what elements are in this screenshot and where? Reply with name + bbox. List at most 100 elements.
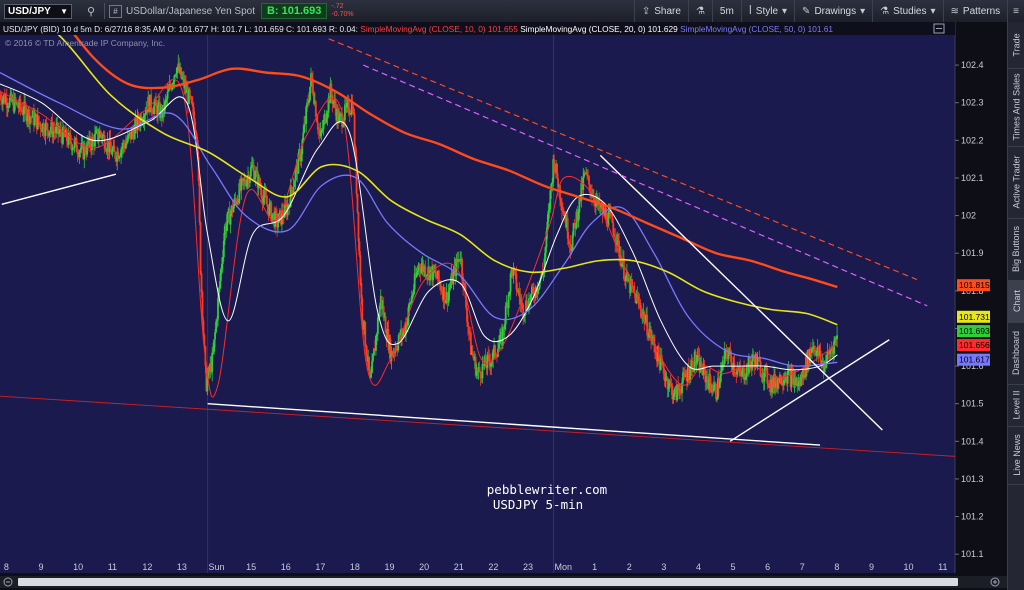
readout-part: SimpleMovingAvg (CLOSE, 10, 0) <box>360 24 488 34</box>
candle-body <box>691 360 694 372</box>
tab-trade[interactable]: Trade <box>1008 22 1024 69</box>
readout-part: SimpleMovingAvg (CLOSE, 20, 0) <box>520 24 648 34</box>
candle-body <box>507 294 510 309</box>
price-tick-label: 101.2 <box>961 512 984 522</box>
share-button[interactable]: ⇪ Share <box>633 0 688 22</box>
candle-body <box>211 352 214 373</box>
tab-label: Big Buttons <box>1011 225 1022 273</box>
candle-body <box>767 383 770 387</box>
time-tick-label: 8 <box>4 562 9 572</box>
readout-part: 101.629 <box>648 24 680 34</box>
price-label-text: 101.693 <box>959 326 990 336</box>
tab-label: Trade <box>1011 33 1022 57</box>
tab-times-and-sales[interactable]: Times And Sales <box>1008 68 1024 147</box>
candle-body <box>371 361 373 373</box>
candle-body <box>356 193 359 213</box>
candle-body <box>357 212 360 242</box>
tab-big-buttons[interactable]: Big Buttons <box>1008 218 1024 281</box>
timeframe-button[interactable]: 5m <box>711 0 741 22</box>
patterns-icon: ≋ <box>950 5 959 17</box>
scrollbar-thumb[interactable] <box>18 578 958 586</box>
menu-button[interactable]: ≡ <box>1007 0 1024 22</box>
chart-window: USD/JPY ▼ ⚲ # USDollar/Japanese Yen Spot… <box>0 0 1024 590</box>
time-tick-label: 8 <box>834 562 839 572</box>
tab-label: Active Trader <box>1011 155 1022 209</box>
link-icon[interactable]: ⚲ <box>82 3 100 19</box>
time-tick-label: 12 <box>142 562 152 572</box>
price-tick-label: 101.1 <box>961 549 984 559</box>
time-tick-label: 2 <box>627 562 632 572</box>
time-tick-label: 9 <box>869 562 874 572</box>
candle-body <box>756 357 759 367</box>
chevron-down-icon: ▾ <box>930 5 936 17</box>
candle-body <box>836 335 838 340</box>
patterns-button[interactable]: ≋ Patterns <box>942 0 1008 22</box>
tab-chart[interactable]: Chart <box>1008 280 1024 323</box>
symbol-text: USD/JPY <box>8 5 51 17</box>
chevron-down-icon: ▾ <box>782 5 788 17</box>
toolbar-divider <box>104 3 105 19</box>
readout-part: 101.655 <box>488 24 520 34</box>
time-tick-label: 15 <box>246 562 256 572</box>
candle-body <box>623 258 625 280</box>
candle-body <box>33 116 36 126</box>
study-readout: USD/JPY (BID) 10 d 5m D: 6/27/16 8:35 AM… <box>3 24 833 34</box>
tab-label: Level II <box>1011 390 1022 420</box>
candle-body <box>254 170 257 178</box>
flask-button[interactable]: ⚗ <box>687 0 712 22</box>
change-value: -.72 <box>331 3 344 10</box>
watermark-title: USDJPY 5-min <box>493 497 583 512</box>
candle-body <box>37 115 40 123</box>
copyright: © 2016 © TD Ameritrade IP Company, Inc. <box>5 38 165 48</box>
watermark-site: pebblewriter.com <box>487 482 607 497</box>
time-tick-label: 19 <box>385 562 395 572</box>
tab-live-news[interactable]: Live News <box>1008 426 1024 485</box>
candle-body <box>504 305 507 325</box>
drawings-button[interactable]: ✎ Drawings ▾ <box>794 0 872 22</box>
time-tick-label: 23 <box>523 562 533 572</box>
tab-dashboard[interactable]: Dashboard <box>1008 322 1024 385</box>
flask-icon: ⚗ <box>695 5 705 17</box>
price-tick-label: 102 <box>961 211 976 221</box>
candle-body <box>266 204 269 207</box>
time-tick-label: 1 <box>592 562 597 572</box>
share-icon: ⇪ <box>641 5 651 17</box>
tab-label: Chart <box>1011 289 1022 313</box>
price-chart[interactable]: 102.4102.3102.2102.1102101.9101.8101.710… <box>0 22 1007 590</box>
symbol-selector[interactable]: USD/JPY ▼ <box>4 3 72 19</box>
candle-body <box>166 91 169 99</box>
candle-body <box>715 384 717 399</box>
time-tick-label: 11 <box>108 562 117 572</box>
readout-part: SimpleMovingAvg (CLOSE, 50, 0) <box>680 24 808 34</box>
price-tick-label: 102.1 <box>961 173 984 183</box>
price-label-text: 101.617 <box>959 355 990 365</box>
candle-body <box>370 372 372 378</box>
style-button[interactable]: ꟾ Style ▾ <box>740 0 794 22</box>
candle-body <box>277 222 279 228</box>
right-side-tabs: Trade Times And Sales Active Trader Big But… <box>1007 22 1024 590</box>
horizontal-scrollbar[interactable] <box>0 576 1007 588</box>
time-tick-label: 7 <box>800 562 805 572</box>
hash-icon[interactable]: # <box>109 4 122 18</box>
time-tick-label: 16 <box>281 562 291 572</box>
tab-label: Live News <box>1011 434 1022 476</box>
menu-icon: ≡ <box>1013 5 1019 17</box>
time-tick-label: 10 <box>73 562 83 572</box>
time-tick-label: 10 <box>904 562 914 572</box>
candle-body <box>553 159 556 172</box>
studies-button[interactable]: ⚗ Studies ▾ <box>872 0 942 22</box>
time-tick-label: 4 <box>696 562 701 572</box>
time-tick-label: 18 <box>350 562 360 572</box>
candle-body <box>290 186 293 191</box>
style-icon: ꟾ <box>748 5 752 17</box>
candle-body <box>199 222 202 274</box>
bid-price: B: 101.693 <box>260 3 328 19</box>
tab-active-trader[interactable]: Active Trader <box>1008 146 1024 219</box>
price-label-text: 101.656 <box>959 340 990 350</box>
candle-body <box>372 355 374 362</box>
tab-level-ii[interactable]: Level II <box>1008 384 1024 427</box>
candle-body <box>226 211 229 224</box>
candle-body <box>478 366 481 372</box>
candle-body <box>200 273 203 292</box>
candle-body <box>46 123 49 131</box>
